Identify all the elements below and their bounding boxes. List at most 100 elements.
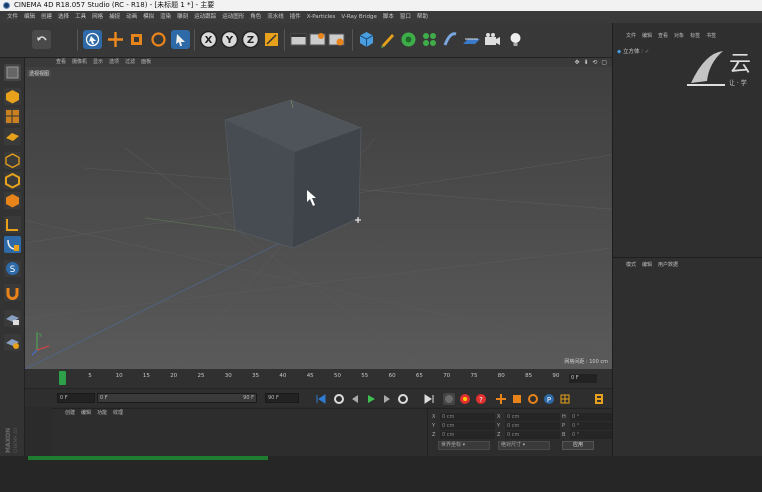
floor-icon[interactable] xyxy=(462,30,481,49)
make-editable-icon[interactable] xyxy=(4,64,21,81)
menu-item-0[interactable]: 创建 xyxy=(62,409,78,418)
perspective-viewport[interactable]: 查看 摄像机 显示 选项 过滤 面板 透视视图 ✥ ⬇ ⟲ ▢ y 网格间距 : 100 … xyxy=(25,58,612,369)
go-to-start-icon[interactable] xyxy=(315,393,327,405)
render-settings-icon[interactable] xyxy=(327,30,346,49)
parameter-key-icon[interactable]: P xyxy=(543,393,555,405)
autokey-icon[interactable] xyxy=(459,393,471,405)
visibility-dots-icon[interactable]: ⁝ ✓ xyxy=(641,49,649,55)
menu-item-8[interactable]: 模拟 xyxy=(140,11,157,23)
previous-key-icon[interactable] xyxy=(333,393,345,405)
world-coordinates-icon[interactable] xyxy=(262,30,281,49)
apply-button[interactable]: 应用 xyxy=(562,441,594,450)
menu-item-10[interactable]: 雕刻 xyxy=(174,11,191,23)
timeline-window-icon[interactable] xyxy=(593,393,605,405)
menu-item-1[interactable]: 编辑 xyxy=(639,32,655,41)
menu-item-3[interactable]: 选择 xyxy=(55,11,72,23)
tweak-mode-icon[interactable] xyxy=(4,236,21,253)
menu-item-5[interactable]: 面板 xyxy=(138,58,154,67)
menu-item-1[interactable]: 编辑 xyxy=(21,11,38,23)
playhead[interactable] xyxy=(59,371,66,385)
menu-item-2[interactable]: 显示 xyxy=(90,58,106,67)
menu-item-4[interactable]: 标签 xyxy=(687,32,703,41)
y-axis-icon[interactable]: Y xyxy=(220,30,239,49)
menu-item-13[interactable]: 角色 xyxy=(247,11,264,23)
menu-item-5[interactable]: 书签 xyxy=(703,32,719,41)
coordinate-field[interactable]: 0 cm xyxy=(505,431,560,439)
menu-item-2[interactable]: 查看 xyxy=(655,32,671,41)
texture-mode-icon[interactable] xyxy=(4,108,21,125)
coordinate-field[interactable]: 0 cm xyxy=(505,422,560,430)
menu-item-5[interactable]: 网格 xyxy=(89,11,106,23)
rotation-key-icon[interactable] xyxy=(527,393,539,405)
object-row-cube[interactable]: ◆ 立方体 ⁝ ✓ xyxy=(617,47,649,55)
x-axis-icon[interactable]: X xyxy=(199,30,218,49)
menu-item-3[interactable]: 纹理 xyxy=(110,409,126,418)
points-mode-icon[interactable] xyxy=(4,152,21,169)
menu-item-2[interactable]: 创建 xyxy=(38,11,55,23)
position-key-icon[interactable] xyxy=(495,393,507,405)
menu-item-7[interactable]: 动画 xyxy=(123,11,140,23)
cube-object[interactable] xyxy=(221,100,371,260)
live-selection-icon[interactable] xyxy=(83,30,102,49)
coordinate-mode-dropdown[interactable]: 世界坐标 ▾ xyxy=(438,441,490,450)
render-picture-viewer-icon[interactable] xyxy=(308,30,327,49)
workplane-floor-icon[interactable] xyxy=(4,334,21,351)
menu-item-12[interactable]: 运动图形 xyxy=(219,11,247,23)
point-level-icon[interactable] xyxy=(559,393,571,405)
snap-icon[interactable]: S xyxy=(4,260,21,277)
coordinate-field[interactable]: 0 cm xyxy=(440,431,495,439)
camera-icon[interactable] xyxy=(483,30,502,49)
next-key-icon[interactable] xyxy=(397,393,409,405)
scale-icon[interactable] xyxy=(127,30,146,49)
menu-item-3[interactable]: 选项 xyxy=(106,58,122,67)
magnet-icon[interactable] xyxy=(4,284,21,301)
deformer-icon[interactable] xyxy=(441,30,460,49)
menu-item-4[interactable]: 过滤 xyxy=(122,58,138,67)
light-icon[interactable] xyxy=(506,30,525,49)
coordinate-field[interactable]: 0 cm xyxy=(440,422,495,430)
menu-item-9[interactable]: 渲染 xyxy=(157,11,174,23)
move-icon[interactable] xyxy=(106,30,125,49)
undo-icon[interactable] xyxy=(32,30,51,49)
polygons-mode-icon[interactable] xyxy=(4,192,21,209)
size-mode-dropdown[interactable]: 绝对尺寸 ▾ xyxy=(498,441,550,450)
record-keys-icon[interactable] xyxy=(443,393,455,405)
timeline-ruler[interactable]: 051015202530354045505560657075808590 xyxy=(25,369,612,388)
menu-item-18[interactable]: 脚本 xyxy=(380,11,397,23)
recent-tool-icon[interactable] xyxy=(171,30,190,49)
go-to-end-icon[interactable] xyxy=(423,393,435,405)
keyframe-selection-icon[interactable]: ? xyxy=(475,393,487,405)
rotate-icon[interactable] xyxy=(149,30,168,49)
lock-workplane-icon[interactable] xyxy=(4,310,21,327)
current-frame-field[interactable]: 0 F xyxy=(569,374,597,383)
menu-item-1[interactable]: 编辑 xyxy=(639,261,655,270)
coordinate-field[interactable]: 0 cm xyxy=(505,413,560,421)
subdivision-icon[interactable] xyxy=(399,30,418,49)
menu-item-1[interactable]: 摄像机 xyxy=(69,58,90,67)
scale-key-icon[interactable] xyxy=(511,393,523,405)
menu-item-3[interactable]: 对象 xyxy=(671,32,687,41)
z-axis-icon[interactable]: Z xyxy=(241,30,260,49)
model-mode-icon[interactable] xyxy=(4,88,21,105)
menu-item-0[interactable]: 模式 xyxy=(623,261,639,270)
menu-item-11[interactable]: 运动跟踪 xyxy=(191,11,219,23)
menu-item-20[interactable]: 帮助 xyxy=(414,11,431,23)
menu-item-15[interactable]: 插件 xyxy=(287,11,304,23)
end-frame-field[interactable]: 90 F xyxy=(265,393,299,403)
cube-icon[interactable] xyxy=(357,30,376,49)
menu-item-6[interactable]: 捕捉 xyxy=(106,11,123,23)
play-icon[interactable] xyxy=(365,393,377,405)
edges-mode-icon[interactable] xyxy=(4,172,21,189)
menu-item-2[interactable]: 用户数据 xyxy=(655,261,681,270)
menu-item-17[interactable]: V-Ray Bridge xyxy=(338,11,379,23)
viewport-navigation-icons[interactable]: ✥ ⬇ ⟲ ▢ xyxy=(575,59,608,66)
previous-frame-icon[interactable] xyxy=(349,393,361,405)
menu-item-19[interactable]: 窗口 xyxy=(397,11,414,23)
menu-item-2[interactable]: 功能 xyxy=(94,409,110,418)
menu-item-4[interactable]: 工具 xyxy=(72,11,89,23)
menu-item-0[interactable]: 查看 xyxy=(53,58,69,67)
axis-mode-icon[interactable] xyxy=(4,216,21,233)
menu-item-0[interactable]: 文件 xyxy=(4,11,21,23)
menu-item-14[interactable]: 流水线 xyxy=(264,11,287,23)
pen-icon[interactable] xyxy=(378,30,397,49)
